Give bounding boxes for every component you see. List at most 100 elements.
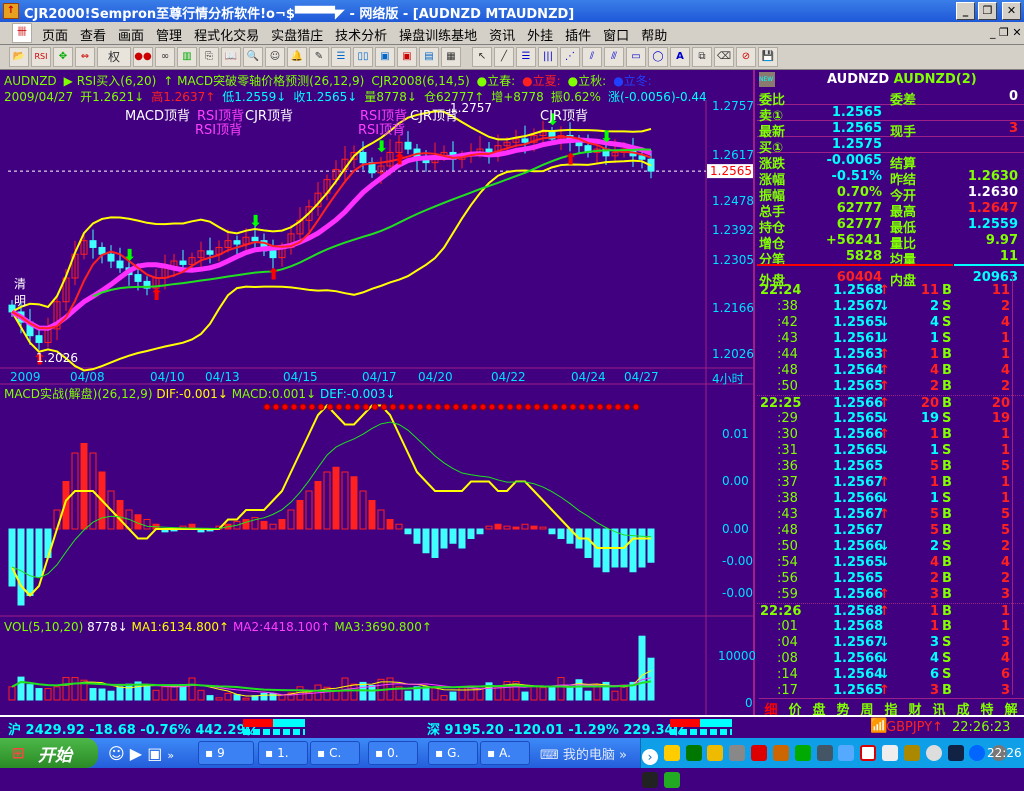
channel-icon[interactable]: ⫽ <box>582 47 602 67</box>
menu-item[interactable]: 外挂 <box>521 22 559 47</box>
parallel-icon[interactable]: ⫻ <box>604 47 624 67</box>
monitor-icon[interactable] <box>642 772 658 788</box>
ellipse-icon[interactable]: ◯ <box>648 47 668 67</box>
keyboard-tray-icon[interactable] <box>882 745 899 761</box>
v-logo-icon[interactable] <box>947 745 964 761</box>
copy-icon[interactable]: ⎘ <box>199 47 219 67</box>
volume-bar <box>242 697 250 701</box>
period-label[interactable]: 4小时 <box>712 370 744 387</box>
taskbar-task[interactable]: ▪ 0. <box>368 741 418 765</box>
menu-item[interactable]: 操盘训练基地 <box>393 22 483 47</box>
menu-item[interactable]: 窗口 <box>597 22 635 47</box>
network-icon[interactable] <box>838 745 855 761</box>
book-icon[interactable]: 📖 <box>221 47 241 67</box>
menu-item[interactable]: 插件 <box>559 22 597 47</box>
macd-histogram-bar <box>467 528 475 539</box>
taskbar-task[interactable]: ▪ G. <box>428 741 478 765</box>
tick-volume: 4 <box>929 315 939 330</box>
tick-volume: 5 <box>929 459 939 474</box>
macd-histogram-bar <box>512 526 520 530</box>
vertical-lines-icon[interactable]: ||| <box>538 47 558 67</box>
taskbar-task[interactable]: ▪ A. <box>480 741 530 765</box>
ticks-scrollbar[interactable] <box>1012 275 1024 695</box>
window4-icon[interactable]: ▦ <box>441 47 461 67</box>
tray-figure-icon[interactable] <box>729 745 746 761</box>
taskbar-task[interactable]: ▪ 9 <box>198 741 254 765</box>
minimize-button[interactable]: _ <box>956 2 975 20</box>
chart-icon[interactable]: ▥ <box>177 47 197 67</box>
menu-item[interactable]: 帮助 <box>635 22 673 47</box>
delete-icon[interactable]: ⊘ <box>736 47 756 67</box>
fan-lines-icon[interactable]: ⋰ <box>560 47 580 67</box>
window3-icon[interactable]: ▤ <box>419 47 439 67</box>
tray-app-icon[interactable] <box>663 745 680 761</box>
rectangle-icon[interactable]: ▭ <box>626 47 646 67</box>
ati-icon[interactable] <box>751 745 768 761</box>
taskbar-task[interactable]: ▪ C. <box>310 741 360 765</box>
line-tool-icon[interactable]: ╱ <box>494 47 514 67</box>
my-computer-toolbar[interactable]: ⌨ 我的电脑 » <box>540 744 627 763</box>
tray-grid-icon[interactable] <box>685 745 702 761</box>
maximize-button[interactable]: ❐ <box>978 2 997 20</box>
bluetooth-icon[interactable] <box>969 745 986 761</box>
chip-icon[interactable] <box>903 745 920 761</box>
copy-shape-icon[interactable]: ⧉ <box>692 47 712 67</box>
open-icon[interactable]: 📂 <box>9 47 29 67</box>
menu-item[interactable]: 画面 <box>112 22 150 47</box>
menu-item[interactable]: 页面 <box>36 22 74 47</box>
layout1-icon[interactable]: ☰ <box>331 47 351 67</box>
blocked-icon[interactable] <box>860 745 877 761</box>
save-icon[interactable]: 💾 <box>758 47 778 67</box>
signal-dot <box>281 403 289 411</box>
eraser-icon[interactable]: ⌫ <box>714 47 734 67</box>
glasses-icon[interactable]: ∞ <box>155 47 175 67</box>
tray-horn-icon[interactable] <box>707 745 724 761</box>
window2-icon[interactable]: ▣ <box>397 47 417 67</box>
start-button[interactable]: ⊞ 开始 <box>0 738 98 768</box>
macd-histogram-bar <box>8 528 16 587</box>
traffic-light-icon[interactable]: ●● <box>133 47 153 67</box>
volume-icon[interactable] <box>772 745 789 761</box>
network-disconnected-icon[interactable] <box>816 745 833 761</box>
menu-item[interactable]: 管理 <box>150 22 188 47</box>
menu-item[interactable]: 查看 <box>74 22 112 47</box>
updown-icon[interactable] <box>663 772 680 788</box>
app-icon[interactable]: ↑ <box>3 3 19 19</box>
move-icon[interactable]: ✥ <box>53 47 73 67</box>
expand-tray-icon[interactable]: › <box>642 749 658 765</box>
sync-icon[interactable] <box>925 745 942 761</box>
window1-icon[interactable]: ▣ <box>375 47 395 67</box>
show-desktop-icon[interactable]: ▣ <box>147 744 162 763</box>
volume-bar <box>116 686 124 701</box>
app-quicklaunch-icon[interactable]: ☺ <box>108 744 125 763</box>
play-icon[interactable] <box>794 745 811 761</box>
pointer-icon[interactable]: ↖ <box>472 47 492 67</box>
text-tool-icon[interactable]: A <box>670 47 690 67</box>
macd-histogram-bar <box>539 526 547 530</box>
chart-area[interactable]: AUDNZD ▶ RSI买入(6,20) ↑ MACD突破零轴价格预测(26,12,… <box>0 70 755 715</box>
new-icon[interactable]: NEW <box>759 72 775 87</box>
search-icon[interactable]: 🔍 <box>243 47 263 67</box>
layout2-icon[interactable]: ▯▯ <box>353 47 373 67</box>
ticker-symbol[interactable]: GBPJPY↑ <box>886 720 943 735</box>
up-arrow-icon: ↑ <box>879 396 890 411</box>
menu-item[interactable]: 程式化交易 <box>188 22 265 47</box>
adjust-rights-dropdown[interactable]: 权 <box>97 47 131 67</box>
tick-price: 1.2567 <box>833 507 884 522</box>
menu-item[interactable]: 实盘猎庄 <box>265 22 329 47</box>
alarm-bell-icon[interactable]: 🔔 <box>287 47 307 67</box>
resize-icon[interactable]: ⇔ <box>75 47 95 67</box>
low-price-mark: 1.2026 <box>36 351 78 365</box>
macd-histogram-bar <box>638 528 646 568</box>
menu-item[interactable]: 资讯 <box>483 22 521 47</box>
mdi-controls[interactable]: _ ❐ ✕ <box>990 26 1022 39</box>
tool-icon[interactable]: ✎ <box>309 47 329 67</box>
taskbar-task[interactable]: ▪ 1. <box>258 741 308 765</box>
menu-item[interactable]: 技术分析 <box>329 22 393 47</box>
volume-bar <box>53 686 61 701</box>
person-icon[interactable]: ☺ <box>265 47 285 67</box>
close-button[interactable]: ✕ <box>1002 2 1021 20</box>
rsi-button[interactable]: RSI <box>31 47 51 67</box>
fibonacci-icon[interactable]: ☰ <box>516 47 536 67</box>
media-player-icon[interactable]: ▶ <box>130 744 142 763</box>
